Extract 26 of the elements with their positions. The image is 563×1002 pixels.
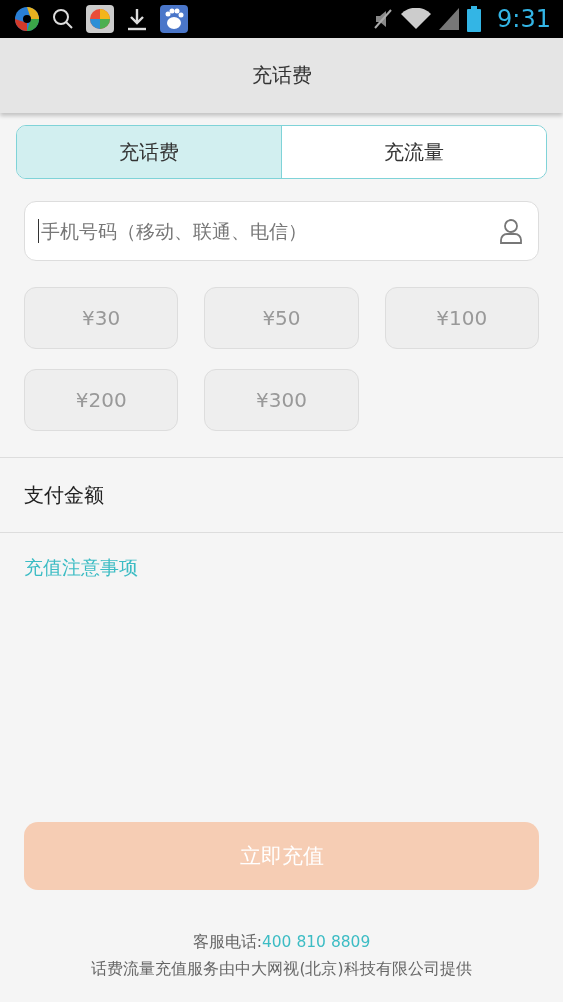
amount-option[interactable]: ¥200: [24, 369, 179, 431]
app-pinwheel-icon: [86, 5, 114, 33]
payment-amount-label: 支付金额: [24, 481, 104, 509]
wifi-icon: [401, 8, 432, 30]
signal-icon: [439, 8, 460, 30]
provider-text: 话费流量充值服务由中大网视(北京)科技有限公司提供: [91, 959, 472, 980]
notice-link[interactable]: 充值注意事项: [24, 556, 138, 578]
amount-option[interactable]: ¥300: [204, 369, 359, 431]
battery-icon: [467, 6, 482, 32]
tab[interactable]: 充话费: [17, 126, 281, 178]
tab[interactable]: 充流量: [281, 126, 546, 178]
download-icon: [126, 7, 148, 31]
search-icon: [52, 8, 74, 30]
hotline-label: 客服电话:: [192, 933, 262, 951]
paw-app-icon: [160, 5, 188, 33]
phone-input-field[interactable]: 手机号码（移动、联通、电信）: [24, 201, 539, 261]
app-logo-icon: [14, 6, 40, 32]
text-cursor: [38, 219, 39, 243]
amount-option[interactable]: ¥100: [384, 287, 539, 349]
contact-person-icon[interactable]: [499, 218, 523, 244]
amount-option[interactable]: ¥30: [24, 287, 179, 349]
amount-option[interactable]: ¥50: [204, 287, 359, 349]
page-title: 充话费: [251, 62, 312, 89]
hotline-number-link[interactable]: 400 810 8809: [261, 933, 371, 951]
mute-icon: [373, 8, 394, 30]
clock-time: 9:31: [497, 5, 551, 33]
